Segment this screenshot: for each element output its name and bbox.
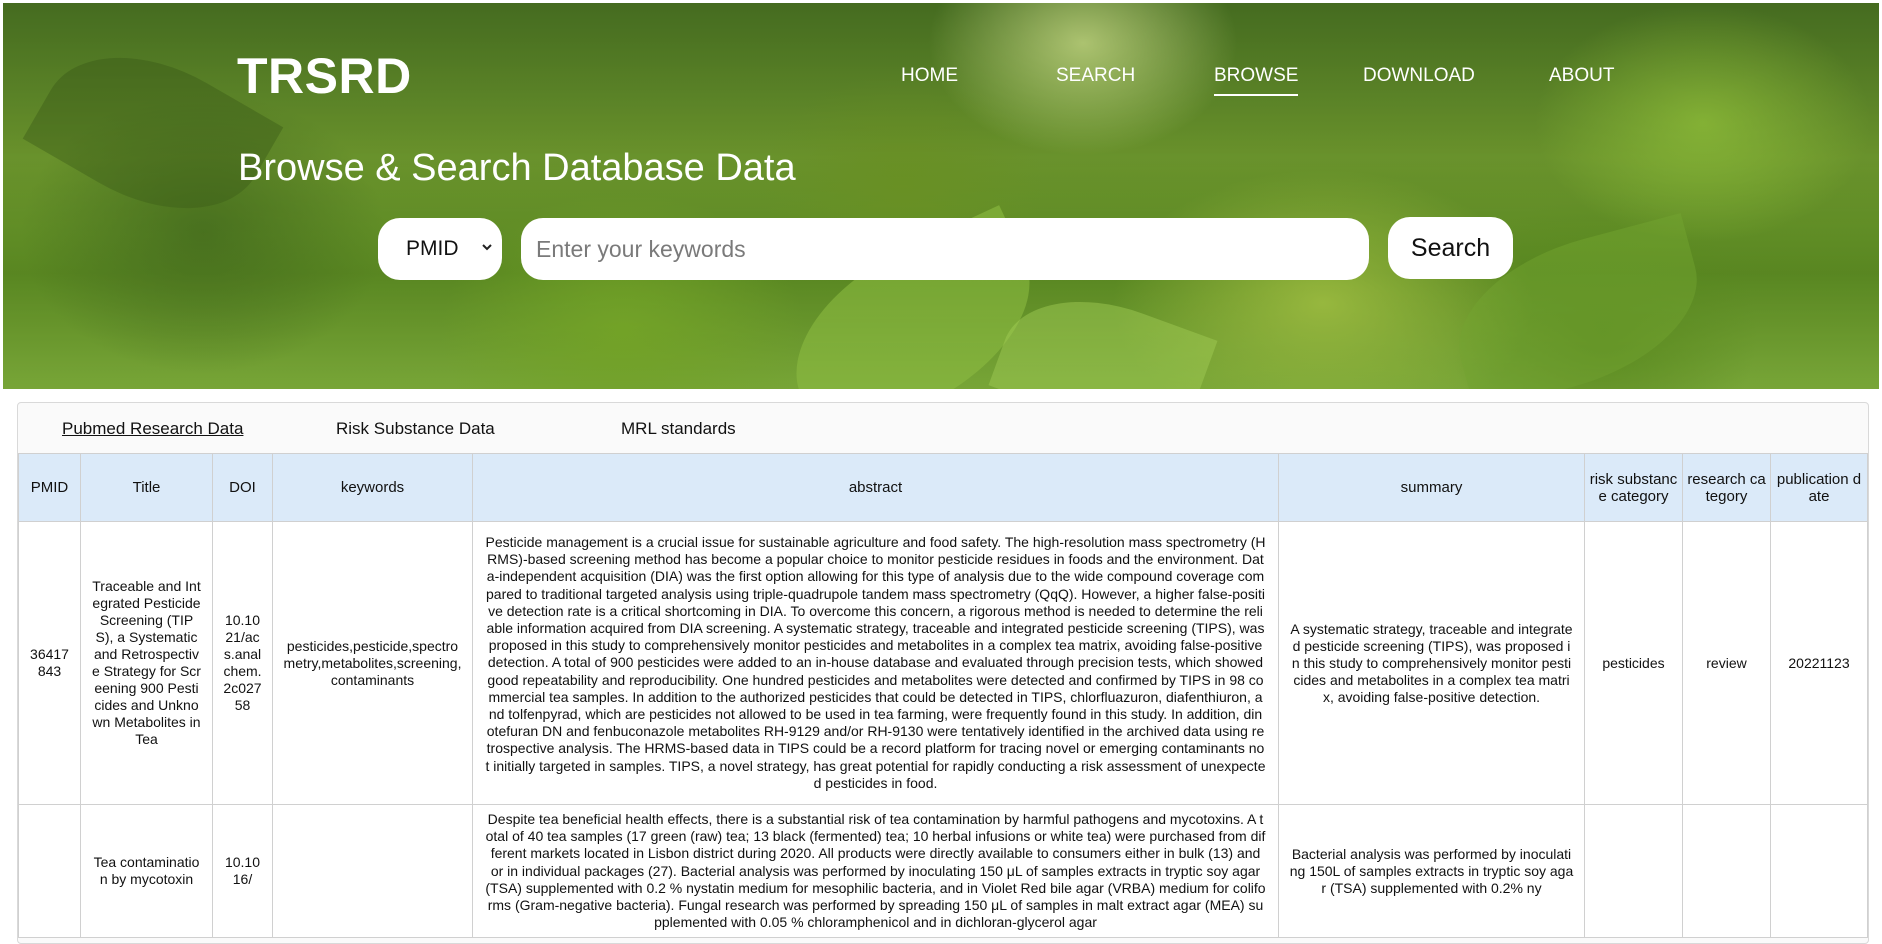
cell-publication-date: 20221123 <box>1770 521 1868 805</box>
cell-summary: A systematic strategy, traceable and int… <box>1278 521 1585 805</box>
data-tabs: Pubmed Research Data Risk Substance Data… <box>18 403 1868 453</box>
tab-mrl-standards[interactable]: MRL standards <box>621 419 736 439</box>
column-header[interactable]: research category <box>1682 453 1771 522</box>
cell-keywords: pesticides,pesticide,spectrometry,metabo… <box>272 521 473 805</box>
table-header-row: PMID Title DOI keywords abstract summary… <box>18 453 1868 522</box>
cell-publication-date <box>1770 803 1868 939</box>
cell-abstract: Despite tea beneficial health effects, t… <box>472 803 1279 939</box>
data-panel: Pubmed Research Data Risk Substance Data… <box>17 402 1869 944</box>
nav-home[interactable]: HOME <box>901 65 958 87</box>
cell-keywords <box>272 803 473 939</box>
leaf-decoration <box>988 272 1218 389</box>
cell-title: Tea contamination by mycotoxin <box>80 803 213 939</box>
cell-pmid: 36417843 <box>18 521 81 805</box>
search-field-selected: PMID <box>406 237 459 260</box>
search-input-box[interactable] <box>521 218 1369 280</box>
nav-download[interactable]: DOWNLOAD <box>1363 65 1475 87</box>
cell-doi: 10.1021/acs.analchem.2c02758 <box>212 521 273 805</box>
table-row[interactable]: Tea contamination by mycotoxin 10.1016/ … <box>18 803 1868 939</box>
column-header[interactable]: keywords <box>272 453 473 522</box>
cell-doi: 10.1016/ <box>212 803 273 939</box>
nav-browse[interactable]: BROWSE <box>1214 65 1299 96</box>
column-header[interactable]: publication date <box>1770 453 1868 522</box>
tab-risk-substance-data[interactable]: Risk Substance Data <box>336 419 495 439</box>
column-header[interactable]: DOI <box>212 453 273 522</box>
chevron-down-icon <box>482 244 492 251</box>
cell-summary: Bacterial analysis was performed by inoc… <box>1278 803 1585 939</box>
search-field-select[interactable]: PMID <box>378 218 502 280</box>
cell-research-category <box>1682 803 1771 939</box>
column-header[interactable]: Title <box>80 453 213 522</box>
search-input[interactable] <box>534 234 1369 264</box>
search-button[interactable]: Search <box>1388 217 1513 279</box>
cell-abstract: Pesticide management is a crucial issue … <box>472 521 1279 805</box>
column-header[interactable]: summary <box>1278 453 1585 522</box>
column-header[interactable]: PMID <box>18 453 81 522</box>
research-data-table: PMID Title DOI keywords abstract summary… <box>18 453 1868 939</box>
cell-title: Traceable and Integrated Pesticide Scree… <box>80 521 213 805</box>
page-title: Browse & Search Database Data <box>238 147 796 189</box>
column-header[interactable]: risk substance category <box>1584 453 1683 522</box>
brand-logo[interactable]: TRSRD <box>237 47 412 105</box>
tab-pubmed-research-data[interactable]: Pubmed Research Data <box>62 419 243 439</box>
cell-research-category: review <box>1682 521 1771 805</box>
nav-search[interactable]: SEARCH <box>1056 65 1135 87</box>
table-row[interactable]: 36417843 Traceable and Integrated Pestic… <box>18 521 1868 805</box>
nav-about[interactable]: ABOUT <box>1549 65 1614 87</box>
column-header[interactable]: abstract <box>472 453 1279 522</box>
cell-pmid <box>18 803 81 939</box>
cell-risk-category <box>1584 803 1683 939</box>
cell-risk-category: pesticides <box>1584 521 1683 805</box>
hero-banner: TRSRD HOME SEARCH BROWSE DOWNLOAD ABOUT … <box>3 3 1879 389</box>
